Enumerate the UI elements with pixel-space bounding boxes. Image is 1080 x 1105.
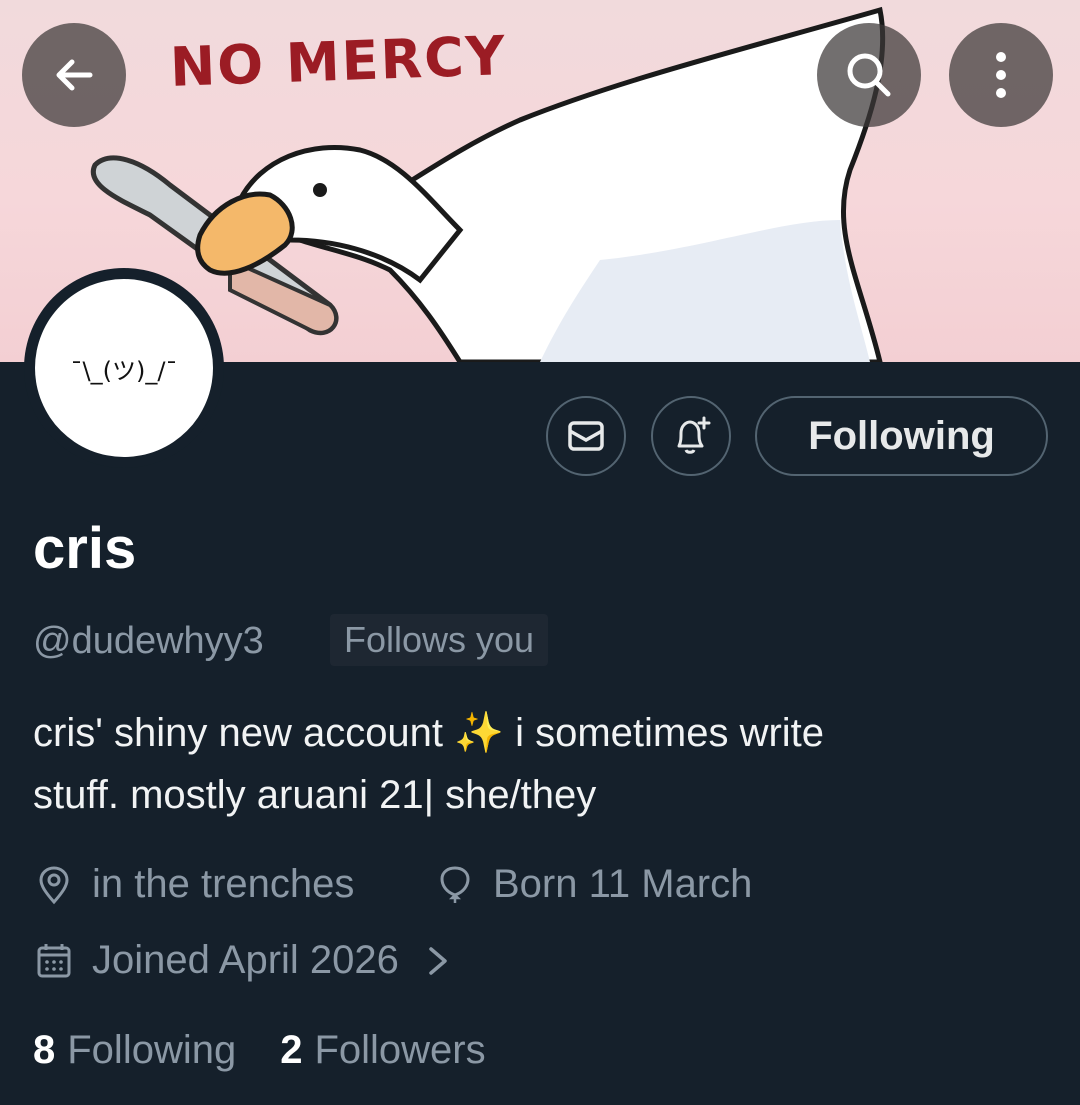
follows-you-badge: Follows you	[330, 614, 549, 666]
more-icon	[996, 52, 1006, 98]
bio-line-1: cris' shiny new account ✨ i sometimes wr…	[33, 711, 825, 755]
banner-caption: NO MERCY	[169, 24, 508, 99]
followers-count: 2	[280, 1028, 303, 1072]
following-stat[interactable]: 8 Following	[33, 1028, 236, 1073]
location-pin-icon	[39, 865, 69, 904]
more-button[interactable]	[949, 23, 1053, 127]
joined-item[interactable]: Joined April 2026	[36, 938, 453, 983]
message-button[interactable]	[546, 396, 626, 476]
following-label: Following	[67, 1028, 237, 1072]
calendar-icon	[37, 943, 71, 977]
joined-text: Joined April 2026	[92, 938, 399, 982]
search-button[interactable]	[817, 23, 921, 127]
birthday-text: Born 11 March	[493, 862, 753, 906]
mail-icon	[568, 421, 604, 451]
location-item: in the trenches	[36, 862, 354, 907]
avatar[interactable]: ¯\_(ツ)_/¯	[24, 268, 224, 468]
avatar-image: ¯\_(ツ)_/¯	[35, 279, 213, 457]
username-handle: @dudewhyy3	[33, 620, 264, 662]
notifications-button[interactable]	[651, 396, 731, 476]
profile-bio: cris' shiny new account ✨ i sometimes wr…	[33, 702, 1033, 826]
followers-label: Followers	[314, 1028, 486, 1072]
following-button[interactable]: Following	[755, 396, 1048, 476]
balloon-icon	[440, 865, 470, 903]
chevron-right-icon	[429, 946, 447, 975]
back-icon	[56, 59, 93, 91]
followers-stat[interactable]: 2 Followers	[280, 1028, 485, 1073]
bio-line-2: stuff. mostly aruani 21| she/they	[33, 773, 597, 817]
location-text: in the trenches	[92, 862, 355, 906]
display-name: cris	[33, 516, 137, 581]
search-icon	[847, 53, 891, 97]
bell-plus-icon	[677, 416, 711, 454]
back-button[interactable]	[22, 23, 126, 127]
following-count: 8	[33, 1028, 56, 1072]
birthday-item: Born 11 March	[437, 862, 752, 907]
follow-stats: 8 Following 2 Followers	[33, 1028, 486, 1073]
